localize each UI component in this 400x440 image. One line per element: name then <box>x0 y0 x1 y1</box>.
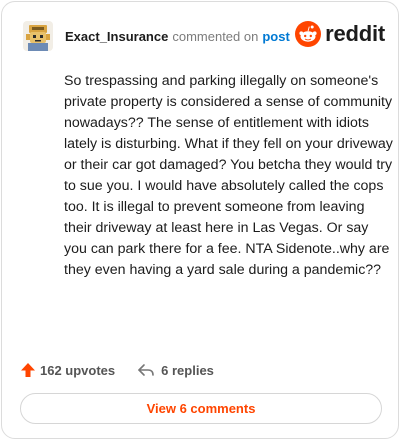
post-link[interactable]: post <box>262 29 289 44</box>
reddit-brand[interactable]: reddit <box>295 21 385 47</box>
reply-count: 6 replies <box>161 362 214 378</box>
user-avatar-icon[interactable] <box>23 21 53 51</box>
reddit-wordmark: reddit <box>325 21 385 46</box>
upvote-count: 162 upvotes <box>40 362 116 378</box>
comment-action-text: commented on <box>172 28 259 44</box>
comment-body: So trespassing and parking illegally on … <box>64 73 393 278</box>
view-comments-button[interactable]: View 6 comments <box>20 393 382 424</box>
reply-arrow-icon <box>138 364 154 376</box>
comment-card: Exact_Insurance commented on post reddit… <box>1 1 399 439</box>
comment-author[interactable]: Exact_Insurance <box>65 29 168 44</box>
upvote-arrow-icon <box>21 363 35 377</box>
upvote-button[interactable]: 162 upvotes <box>20 362 115 378</box>
comment-footer: 162 upvotes 6 replies <box>20 359 214 381</box>
reddit-alien-icon <box>295 21 322 47</box>
replies-button[interactable]: 6 replies <box>137 362 214 378</box>
